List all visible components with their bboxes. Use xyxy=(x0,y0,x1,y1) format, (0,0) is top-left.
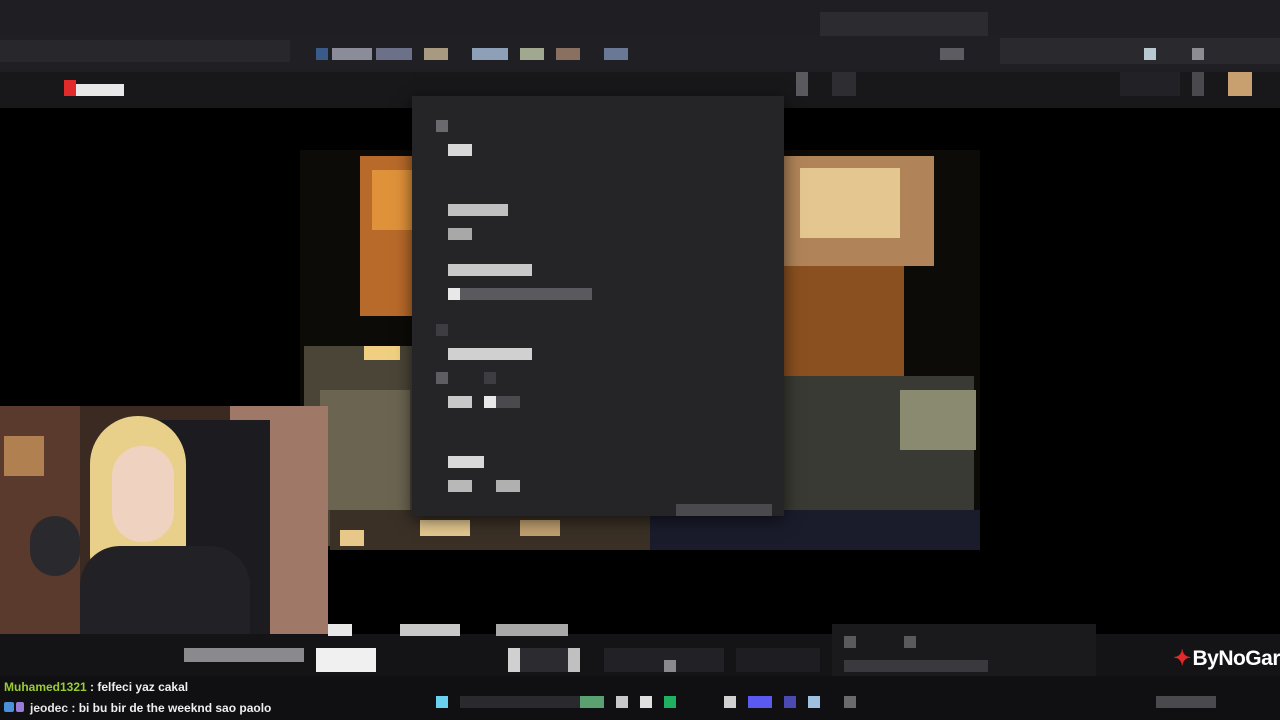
bookmark-item[interactable] xyxy=(376,48,412,60)
url-field[interactable] xyxy=(0,40,290,62)
channel-watermark: ✦ByNoGar xyxy=(1173,646,1280,671)
control-button[interactable] xyxy=(736,648,820,672)
live-label xyxy=(76,84,124,96)
chat-text: felfeci yaz cakal xyxy=(97,680,189,694)
chat-username[interactable]: Muhamed1321 xyxy=(4,680,87,694)
menu-icon xyxy=(436,120,448,132)
bookmark-icon[interactable] xyxy=(316,48,328,60)
chat-separator: : xyxy=(68,701,79,715)
header-icon[interactable] xyxy=(796,72,808,96)
record-icon xyxy=(64,80,76,96)
header-button[interactable] xyxy=(1120,72,1180,96)
menu-item[interactable] xyxy=(448,456,484,468)
chat-message: Muhamed1321 : felfeci yaz cakal xyxy=(4,680,188,694)
info-item xyxy=(496,624,568,636)
extension-icon[interactable] xyxy=(1144,48,1156,60)
menu-footer xyxy=(676,504,772,516)
menu-separator-icon xyxy=(436,324,448,336)
header-icon[interactable] xyxy=(1192,72,1204,96)
context-menu xyxy=(412,96,784,516)
menu-item[interactable] xyxy=(448,396,472,408)
menu-icon xyxy=(436,372,448,384)
menu-item[interactable] xyxy=(448,228,472,240)
bynogar-logo-icon: ✦ xyxy=(1173,647,1191,670)
bookmark-item[interactable] xyxy=(604,48,628,60)
microphone xyxy=(30,516,80,576)
chat-badge-icon xyxy=(16,702,24,712)
bookmark-item[interactable] xyxy=(556,48,580,60)
taskbar-icon[interactable] xyxy=(844,696,856,708)
taskbar-icon[interactable] xyxy=(724,696,736,708)
info-item xyxy=(400,624,460,636)
webcam-overlay xyxy=(0,406,328,634)
toolbar-area xyxy=(1000,38,1280,64)
plush-toy xyxy=(4,436,44,476)
follow-button[interactable] xyxy=(316,648,376,672)
extension-icon[interactable] xyxy=(940,48,964,60)
menu-item[interactable] xyxy=(448,204,508,216)
taskbar-icon[interactable] xyxy=(580,696,604,708)
face xyxy=(112,446,174,542)
chat-badge-icon xyxy=(4,702,14,712)
system-tray[interactable] xyxy=(1156,696,1216,708)
chat-separator: : xyxy=(86,680,98,694)
bookmark-item[interactable] xyxy=(424,48,448,60)
menu-item[interactable] xyxy=(448,264,532,276)
header-icon[interactable] xyxy=(832,72,856,96)
menu-item[interactable] xyxy=(448,144,472,156)
menu-icon xyxy=(484,372,496,384)
taskbar-item[interactable] xyxy=(460,696,580,708)
active-tab[interactable] xyxy=(820,12,988,36)
menu-item[interactable] xyxy=(448,480,472,492)
watermark-text: ByNoGar xyxy=(1192,647,1280,670)
chat-message: jeodec : bi bu bir de the weeknd sao pao… xyxy=(4,701,271,715)
info-item xyxy=(184,648,304,662)
taskbar-icon[interactable] xyxy=(436,696,448,708)
taskbar-icon[interactable] xyxy=(640,696,652,708)
taskbar-icon[interactable] xyxy=(808,696,820,708)
avatar[interactable] xyxy=(1228,72,1252,96)
menu-icon[interactable] xyxy=(1192,48,1204,60)
bookmark-item[interactable] xyxy=(332,48,372,60)
sweater xyxy=(80,546,250,634)
bookmark-item[interactable] xyxy=(520,48,544,60)
chat-text: bi bu bir de the weeknd sao paolo xyxy=(78,701,272,715)
chat-overlay: Muhamed1321 : felfeci yaz cakal jeodec :… xyxy=(0,676,1280,720)
menu-item[interactable] xyxy=(448,348,532,360)
chat-username[interactable]: jeodec xyxy=(30,701,68,715)
taskbar-icon[interactable] xyxy=(748,696,772,708)
taskbar-icon[interactable] xyxy=(616,696,628,708)
menu-item[interactable] xyxy=(496,480,520,492)
taskbar-icon[interactable] xyxy=(664,696,676,708)
menu-item[interactable] xyxy=(448,288,592,300)
browser-address-bar[interactable] xyxy=(0,36,1280,70)
bookmark-item[interactable] xyxy=(472,48,508,60)
taskbar-icon[interactable] xyxy=(784,696,796,708)
